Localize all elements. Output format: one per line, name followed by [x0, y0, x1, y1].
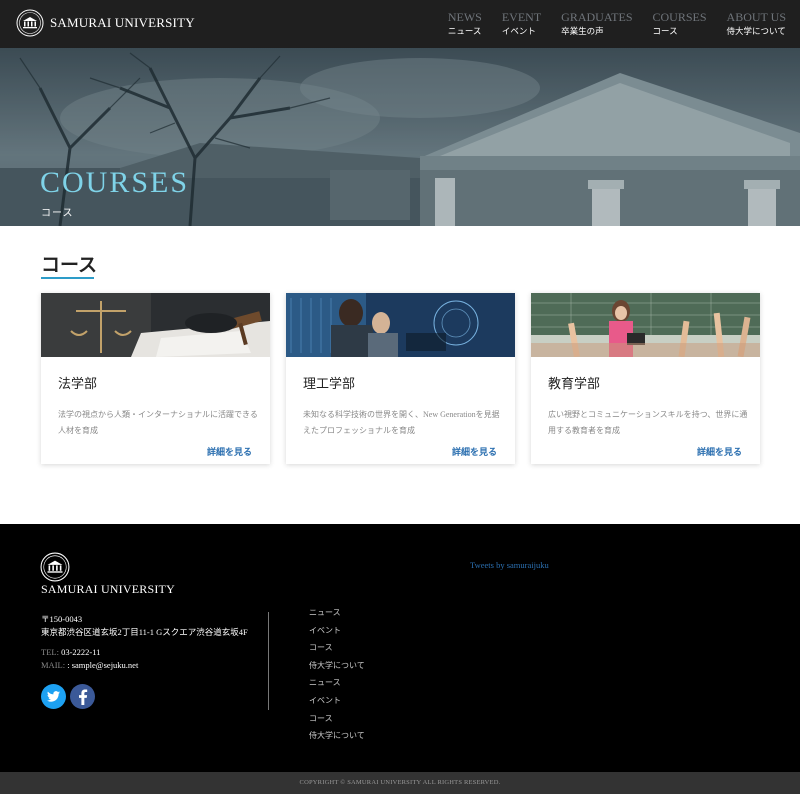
footer-link-event[interactable]: イベント: [309, 625, 365, 643]
mail-value: : sample@sejuku.net: [67, 660, 139, 670]
nav-label-ja: 侍大学について: [726, 26, 786, 36]
footer-tel: TEL: 03-2222-11: [41, 647, 100, 657]
nav-item-event[interactable]: EVENT イベント: [502, 10, 541, 37]
nav-label-en: GRADUATES: [561, 10, 633, 24]
hero-title: COURSES: [40, 166, 190, 199]
site-header: SAMURAI UNIVERSITY NEWS ニュース EVENT イベント …: [0, 0, 800, 48]
nav-item-about-us[interactable]: ABOUT US 侍大学について: [727, 10, 786, 37]
course-title: 教育学部: [548, 376, 601, 391]
footer-link-about[interactable]: 侍大学について: [309, 730, 365, 748]
course-card-science: 理工学部 未知なる科学技術の世界を開く、New Generationを見据えたプ…: [286, 293, 515, 464]
course-description: 広い視野とコミュニケーションスキルを持つ、世界に通用する教育者を育成: [548, 410, 748, 435]
nav-item-graduates[interactable]: GRADUATES 卒業生の声: [561, 10, 632, 37]
nav-label-ja: コース: [652, 26, 678, 36]
twitter-icon: [47, 691, 60, 702]
main-nav: NEWS ニュース EVENT イベント GRADUATES 卒業生の声 COU…: [428, 10, 786, 37]
brand-name: SAMURAI UNIVERSITY: [50, 15, 195, 30]
nav-label-ja: ニュース: [447, 26, 482, 36]
course-image-law: [41, 293, 270, 357]
twitter-button[interactable]: [41, 684, 66, 709]
footer-zip: 〒150-0043: [41, 614, 83, 624]
footer-link-about[interactable]: 侍大学について: [309, 660, 365, 678]
nav-label-en: NEWS: [447, 10, 482, 24]
course-image-science: [286, 293, 515, 357]
section-title: コース: [41, 255, 98, 276]
footer-address: 東京都渋谷区道玄坂2丁目11-1 Gスクエア渋谷道玄坂4F: [41, 627, 248, 637]
footer-mail: MAIL: : sample@sejuku.net: [41, 660, 138, 670]
nav-label-en: ABOUT US: [726, 10, 786, 24]
course-details-link[interactable]: 詳細を見る: [697, 445, 742, 458]
footer-links: ニュース イベント コース 侍大学について ニュース イベント コース 侍大学に…: [309, 607, 365, 748]
twitter-timeline-link[interactable]: Tweets by samuraijuku: [470, 560, 549, 570]
facebook-icon: [78, 688, 87, 705]
university-logo-icon: [40, 552, 70, 582]
social-links: [41, 684, 99, 709]
mail-label: MAIL:: [41, 660, 66, 670]
footer-divider: [268, 612, 269, 710]
nav-label-ja: イベント: [501, 26, 536, 36]
course-card-education: 教育学部 広い視野とコミュニケーションスキルを持つ、世界に通用する教育者を育成 …: [531, 293, 760, 464]
footer-link-news[interactable]: ニュース: [309, 677, 365, 695]
nav-label-en: EVENT: [501, 10, 542, 24]
brand-link[interactable]: SAMURAI UNIVERSITY: [16, 9, 195, 37]
university-logo-icon: [16, 9, 44, 37]
footer-link-courses[interactable]: コース: [309, 713, 365, 731]
footer-link-event[interactable]: イベント: [309, 695, 365, 713]
footer-link-news[interactable]: ニュース: [309, 607, 365, 625]
tel-label: TEL:: [41, 647, 59, 657]
course-image-education: [531, 293, 760, 357]
tel-value: 03-2222-11: [61, 647, 101, 657]
hero-subtitle: コース: [41, 208, 74, 219]
course-description: 法学の視点から人類・インターナショナルに活躍できる人材を育成: [58, 410, 258, 435]
course-title: 理工学部: [303, 376, 356, 391]
nav-label-ja: 卒業生の声: [561, 26, 604, 36]
footer-brand-name: SAMURAI UNIVERSITY: [41, 582, 175, 596]
course-title: 法学部: [58, 376, 98, 391]
course-details-link[interactable]: 詳細を見る: [452, 445, 497, 458]
site-footer: SAMURAI UNIVERSITY 〒150-0043 東京都渋谷区道玄坂2丁…: [0, 524, 800, 772]
hero-banner: COURSES コース: [0, 48, 800, 226]
course-details-link[interactable]: 詳細を見る: [207, 445, 252, 458]
facebook-button[interactable]: [70, 684, 95, 709]
nav-label-en: COURSES: [652, 10, 707, 24]
footer-link-courses[interactable]: コース: [309, 642, 365, 660]
course-card-law: 法学部 法学の視点から人類・インターナショナルに活躍できる人材を育成 詳細を見る: [41, 293, 270, 464]
copyright-bar: COPYRIGHT © SAMURAI UNIVERSITY ALL RIGHT…: [0, 772, 800, 794]
nav-item-courses[interactable]: COURSES コース: [653, 10, 707, 37]
nav-item-news[interactable]: NEWS ニュース: [448, 10, 482, 37]
section-title-underline: [41, 277, 94, 279]
course-description: 未知なる科学技術の世界を開く、New Generationを見据えたプロフェッシ…: [303, 410, 500, 435]
